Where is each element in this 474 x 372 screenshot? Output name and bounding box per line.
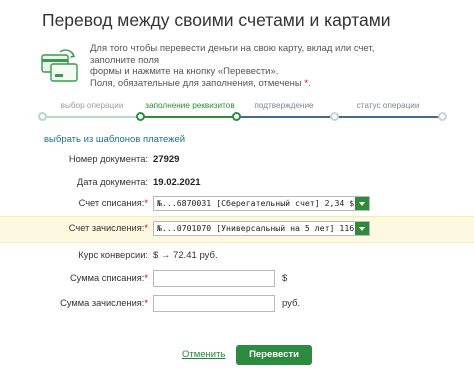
credit-currency: руб. bbox=[282, 298, 301, 309]
step-line-done bbox=[42, 116, 140, 118]
to-account-label: Счет зачисления:* bbox=[68, 223, 148, 233]
step-line-active bbox=[140, 116, 236, 118]
from-account-row: Счет списания:* №...6870031 [Сберегатель… bbox=[0, 193, 474, 217]
to-account-row: Счет зачисления:* №...0701070 [Универсал… bbox=[0, 216, 474, 243]
debit-amount-row: Сумма списания:* $ bbox=[0, 270, 474, 294]
step-dot-2 bbox=[136, 112, 145, 121]
debit-amount-label: Сумма списания:* bbox=[69, 273, 148, 283]
cards-transfer-icon bbox=[41, 49, 78, 82]
doc-number-value: 27929 bbox=[153, 154, 180, 165]
chevron-down-icon[interactable] bbox=[355, 197, 369, 210]
templates-link[interactable]: выбрать из шаблонов платежей bbox=[44, 134, 185, 145]
step-fill-details: заполнение реквизитов bbox=[145, 101, 235, 110]
from-account-label: Счет списания:* bbox=[78, 198, 148, 208]
instructions-text: Для того чтобы перевести деньги на свою … bbox=[90, 43, 375, 89]
debit-amount-input[interactable] bbox=[153, 270, 275, 287]
from-account-select[interactable]: №...6870031 [Сберегательный счет] 2,34 $ bbox=[153, 196, 370, 211]
doc-date-label: Дата документа: bbox=[76, 177, 148, 187]
credit-amount-row: Сумма зачисления:* руб. bbox=[0, 294, 474, 318]
transfer-button[interactable]: Перевести bbox=[236, 345, 312, 365]
debit-currency: $ bbox=[282, 273, 288, 284]
step-select-operation: выбор операции bbox=[60, 101, 124, 110]
progress-steps: выбор операции заполнение реквизитов под… bbox=[0, 96, 474, 126]
step-confirmation: подтверждение bbox=[254, 101, 314, 110]
step-dot-5 bbox=[438, 112, 447, 121]
page-title: Перевод между своими счетами и картами bbox=[42, 10, 391, 30]
doc-number-label: Номер документа: bbox=[68, 154, 148, 164]
conversion-rate-row: Курс конверсии: $ → 72.41 руб. bbox=[0, 248, 474, 272]
step-line-pending bbox=[236, 116, 446, 118]
chevron-down-icon[interactable] bbox=[355, 222, 369, 235]
cancel-link[interactable]: Отменить bbox=[182, 349, 225, 360]
credit-amount-input[interactable] bbox=[153, 295, 275, 312]
step-dot-3 bbox=[232, 112, 241, 121]
to-account-select[interactable]: №...0701070 [Универсальный на 5 лет] 116… bbox=[153, 221, 370, 236]
conversion-rate-label: Курс конверсии: bbox=[78, 250, 148, 260]
doc-date-value: 19.02.2021 bbox=[153, 177, 201, 188]
conversion-rate-value: $ → 72.41 руб. bbox=[153, 250, 218, 261]
step-status: статус операции bbox=[356, 101, 420, 110]
step-dot-4 bbox=[330, 112, 339, 121]
step-dot-1 bbox=[38, 112, 47, 121]
doc-number-row: Номер документа: 27929 bbox=[0, 150, 474, 174]
credit-amount-label: Сумма зачисления:* bbox=[60, 298, 148, 308]
